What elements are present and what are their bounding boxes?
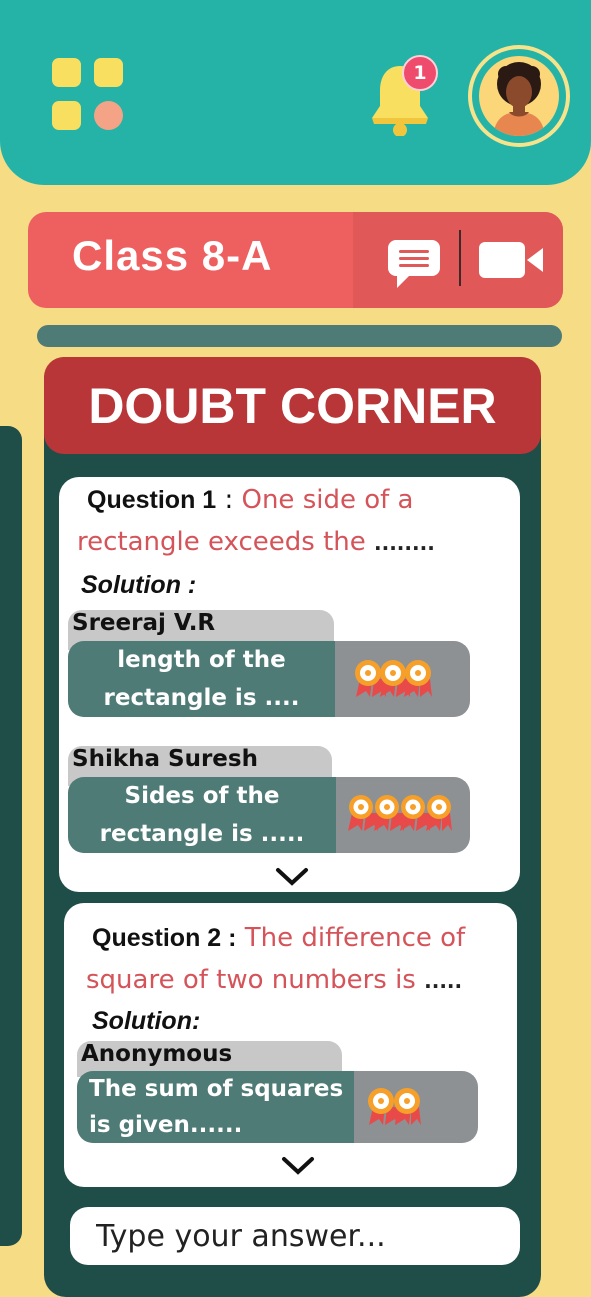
answer-line: length of the: [117, 647, 286, 673]
answer-text: length of the rectangle is ....: [68, 641, 335, 717]
notification-button[interactable]: 1: [368, 55, 438, 137]
class-title: Class 8-A: [72, 232, 273, 279]
question-line: rectangle exceeds the ........: [77, 527, 435, 557]
avatar: [479, 56, 559, 136]
chat-icon: [388, 240, 440, 288]
side-drawer-handle[interactable]: [0, 426, 22, 1246]
answer-item[interactable]: Shikha Suresh Sides of the rectangle is …: [68, 746, 470, 854]
grid-menu-icon[interactable]: [52, 58, 124, 130]
medal-rating-icon: [368, 1088, 421, 1125]
question-ellipsis: .....: [424, 969, 463, 993]
answer-line: The sum of squares: [89, 1076, 344, 1102]
question-text: square of two numbers is: [86, 965, 416, 995]
divider: [459, 230, 461, 286]
answer-line: Sides of the: [124, 783, 280, 809]
video-camera-icon: [479, 242, 543, 278]
question-text: One side of a: [241, 485, 414, 515]
question-text: rectangle exceeds the: [77, 527, 366, 557]
question-line: Question 2 : The difference of: [92, 923, 465, 953]
medal-rating-icon: [355, 660, 432, 697]
question-label: Question 2 :: [92, 924, 237, 952]
solution-label: Solution :: [81, 571, 197, 599]
answer-item[interactable]: Anonymous The sum of squares is given...…: [77, 1041, 478, 1143]
answer-bubble: The sum of squares is given......: [77, 1071, 478, 1143]
question-separator: :: [216, 485, 242, 515]
answer-bubble: Sides of the rectangle is .....: [68, 777, 470, 853]
question-label: Question 1: [87, 486, 217, 514]
notification-badge: 1: [402, 55, 438, 91]
answer-line: rectangle is ....: [103, 685, 300, 711]
app-header: 1: [0, 0, 591, 185]
video-call-button[interactable]: [479, 240, 545, 280]
question-text: The difference of: [244, 923, 466, 953]
answer-bubble: length of the rectangle is ....: [68, 641, 470, 717]
medal-rating-icon: [348, 795, 452, 831]
class-actions: [353, 212, 563, 308]
answer-line: rectangle is .....: [99, 821, 305, 847]
divider-bar: [37, 325, 562, 347]
question-card: Question 2 : The difference of square of…: [64, 903, 517, 1187]
chat-button[interactable]: [387, 238, 443, 290]
answer-item[interactable]: Sreeraj V.R length of the rectangle is .…: [68, 610, 470, 718]
question-line: square of two numbers is .....: [86, 965, 462, 995]
question-line: Question 1 : One side of a: [87, 485, 413, 515]
answer-text: The sum of squares is given......: [77, 1071, 354, 1143]
doubt-corner-title: DOUBT CORNER: [44, 357, 541, 454]
answer-line: is given......: [89, 1112, 243, 1138]
class-bar: Class 8-A: [28, 212, 563, 308]
solution-label: Solution:: [92, 1007, 201, 1035]
answer-input[interactable]: [70, 1207, 520, 1265]
chevron-down-icon[interactable]: [275, 867, 309, 887]
question-card: Question 1 : One side of a rectangle exc…: [59, 477, 520, 892]
profile-avatar-button[interactable]: [468, 45, 570, 147]
question-ellipsis: ........: [374, 531, 435, 555]
chevron-down-icon[interactable]: [281, 1156, 315, 1176]
answer-text: Sides of the rectangle is .....: [68, 777, 336, 853]
